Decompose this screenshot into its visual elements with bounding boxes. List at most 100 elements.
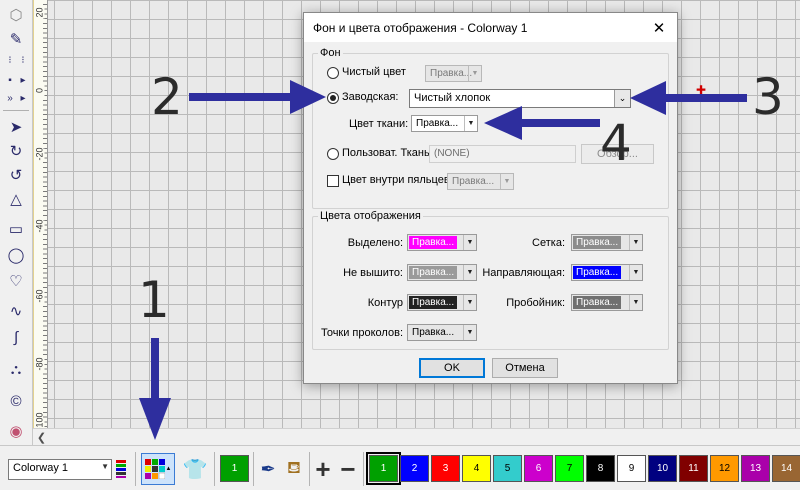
curve-icon[interactable]: ∫ <box>3 326 29 348</box>
select-arrow-icon[interactable]: ➤ <box>3 116 29 138</box>
close-icon[interactable]: ✕ <box>641 13 677 42</box>
polygon-select-icon[interactable]: △ <box>3 188 29 210</box>
dialog-titlebar[interactable]: Фон и цвета отображения - Colorway 1 ✕ <box>304 13 677 42</box>
palette-swatch[interactable]: 9 <box>617 455 646 482</box>
fabric-color-label: Цвет ткани: <box>349 118 409 130</box>
inside-hoops-edit-label: Правка... <box>452 176 495 187</box>
cancel-button[interactable]: Отмена <box>492 358 558 378</box>
chevron-down-icon: ▼ <box>629 295 642 310</box>
guide-label: Направляющая: <box>482 267 565 279</box>
divider <box>135 452 136 486</box>
paint-bucket-icon[interactable]: ⛾ <box>282 453 306 485</box>
guide-edit-button[interactable]: Правка... ▼ <box>571 264 643 281</box>
palette-swatch[interactable]: 13 <box>741 455 770 482</box>
palette-swatch[interactable]: 14 <box>772 455 800 482</box>
palette-swatch-number: 4 <box>473 463 480 474</box>
freehand-select-icon[interactable]: ↺ <box>3 164 29 186</box>
palette-swatch[interactable]: 2 <box>400 455 429 482</box>
fabric-color-edit-button[interactable]: Правка... ▼ <box>411 115 478 132</box>
appliqué-icon[interactable]: ⛬ <box>3 358 29 380</box>
hexagon-icon[interactable]: ⬡ <box>3 4 29 26</box>
palette-swatch-number: 10 <box>656 463 669 474</box>
selected-label: Выделено: <box>347 237 403 249</box>
rectangle-icon[interactable]: ▭ <box>3 218 29 240</box>
remove-color-icon[interactable]: − <box>336 453 360 485</box>
current-color-label: 1 <box>231 463 238 474</box>
needle-points-label: Точки проколов: <box>320 327 403 339</box>
chevron-down-icon: ▼ <box>468 66 481 81</box>
eyedropper-icon[interactable]: ✒ <box>256 453 280 485</box>
needle-points-edit-label: Правка... <box>409 326 458 339</box>
monogram-icon[interactable]: © <box>3 390 29 412</box>
ruler-label: -20 <box>34 147 45 161</box>
divider <box>253 452 254 486</box>
palette-swatch[interactable]: 6 <box>524 455 553 482</box>
selected-color-edit-label: Правка... <box>409 236 458 249</box>
palette-swatch[interactable]: 8 <box>586 455 615 482</box>
dots-icon-2[interactable]: ⁝ <box>17 50 29 72</box>
left-toolbar: ⬡ ✎ ⁝ ⁝ ▪ ▸ » ▸ ➤ ↻ ↺ △ ▭ ◯ ♡ ∿ ∫ ⛬ © ◉ <box>0 0 33 445</box>
shapes-icon[interactable]: ♡ <box>3 270 29 292</box>
background-colors-dialog: Фон и цвета отображения - Colorway 1 ✕ Ф… <box>303 12 678 384</box>
plain-color-radio[interactable] <box>327 67 339 79</box>
display-colors-group-label: Цвета отображения <box>318 210 423 222</box>
hoop-icon[interactable]: ◉ <box>3 420 29 442</box>
palette-swatch[interactable]: 7 <box>555 455 584 482</box>
ruler-label: -80 <box>34 357 45 371</box>
not-stitched-label: Не вышито: <box>343 267 403 279</box>
more-icon[interactable]: » <box>4 88 16 110</box>
ruler-label: -60 <box>34 289 45 303</box>
hole-punch-edit-label: Правка... <box>573 296 622 309</box>
arrow-right-icon[interactable]: ▸ <box>17 88 29 110</box>
ok-button[interactable]: OK <box>419 358 485 378</box>
user-fabric-radio[interactable] <box>327 148 339 160</box>
palette-swatch[interactable]: 12 <box>710 455 739 482</box>
palette-swatch[interactable]: 10 <box>648 455 677 482</box>
annotation-label-4: 4 <box>600 114 632 172</box>
ok-label: OK <box>444 362 460 374</box>
user-fabric-path[interactable]: (NONE) <box>429 145 576 163</box>
palette-swatch-number: 8 <box>597 463 604 474</box>
outline-edit-label: Правка... <box>409 296 458 309</box>
palette-swatch[interactable]: 1 <box>366 452 401 485</box>
palette-swatch-number: 1 <box>380 463 387 474</box>
palette-swatch-number: 5 <box>504 463 511 474</box>
outline-edit-button[interactable]: Правка... ▼ <box>407 294 477 311</box>
palette-swatch-number: 7 <box>566 463 573 474</box>
divider <box>309 452 310 486</box>
factory-fabric-value: Чистый хлопок <box>414 92 491 104</box>
palette-swatch[interactable]: 11 <box>679 455 708 482</box>
scroll-left-icon[interactable]: ❮ <box>33 429 50 445</box>
colorway-select[interactable]: Colorway 1 ▼ <box>8 459 112 480</box>
add-color-icon[interactable]: + <box>312 453 334 485</box>
background-colors-button[interactable]: ▲ <box>141 453 175 485</box>
plain-color-edit-button[interactable]: Правка... ▼ <box>425 65 482 82</box>
curve-select-icon[interactable]: ↻ <box>3 140 29 162</box>
outline-label: Контур <box>367 297 403 309</box>
palette-swatch-number: 12 <box>718 463 731 474</box>
not-stitched-edit-button[interactable]: Правка... ▼ <box>407 264 477 281</box>
palette-swatch[interactable]: 4 <box>462 455 491 482</box>
color-list-icon[interactable] <box>114 453 128 485</box>
factory-radio[interactable] <box>327 92 339 104</box>
palette-swatch[interactable]: 3 <box>431 455 460 482</box>
palette-swatch[interactable]: 5 <box>493 455 522 482</box>
dots-icon[interactable]: ⁝ <box>4 50 16 72</box>
plain-color-label: Чистый цвет <box>342 66 406 78</box>
inside-hoops-checkbox[interactable] <box>327 175 339 187</box>
vertical-ruler: 20 0 -20 -40 -60 -80 -100 <box>33 0 48 440</box>
hole-punch-edit-button[interactable]: Правка... ▼ <box>571 294 643 311</box>
factory-fabric-select[interactable]: Чистый хлопок ⌄ <box>409 89 631 108</box>
needle-points-edit-button[interactable]: Правка... ▼ <box>407 324 477 341</box>
selected-color-edit-button[interactable]: Правка... ▼ <box>407 234 477 251</box>
annotation-label-1: 1 <box>138 271 170 329</box>
garment-icon[interactable]: 👕 <box>180 453 210 485</box>
current-color-swatch[interactable]: 1 <box>220 455 249 482</box>
horizontal-scrollbar[interactable]: ❮ <box>33 428 800 445</box>
grid-edit-button[interactable]: Правка... ▼ <box>571 234 643 251</box>
ellipse-icon[interactable]: ◯ <box>3 244 29 266</box>
column-icon[interactable]: ∿ <box>3 300 29 322</box>
palette-swatch-number: 13 <box>749 463 762 474</box>
eraser-icon[interactable]: ✎ <box>3 28 29 50</box>
inside-hoops-edit-button[interactable]: Правка... ▼ <box>447 173 514 190</box>
